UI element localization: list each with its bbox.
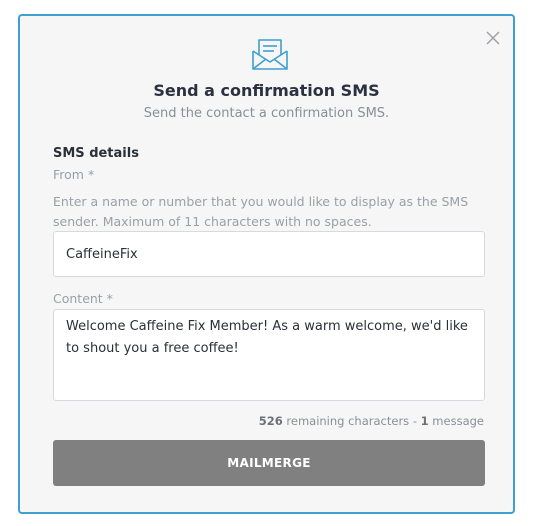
sms-confirmation-modal: Send a confirmation SMS Send the contact… [18,14,515,514]
from-help-text: Enter a name or number that you would li… [53,194,469,229]
modal-title: Send a confirmation SMS [153,81,380,100]
message-text: message [428,414,484,428]
section-title: SMS details [53,146,139,161]
mailmerge-button[interactable]: MAILMERGE [53,440,485,486]
envelope-message-icon [252,39,288,70]
message-count: 1 [420,414,429,428]
close-icon[interactable] [485,30,501,46]
remaining-text: remaining characters - [282,414,421,428]
content-textarea[interactable]: Welcome Caffeine Fix Member! As a warm w… [53,309,485,401]
from-label: From * [53,167,95,182]
modal-subtitle: Send the contact a confirmation SMS. [143,106,390,121]
content-label: Content * [53,291,113,306]
remaining-count: 526 [258,414,283,428]
character-counter: 526 remaining characters - 1 message [259,414,484,428]
from-input[interactable] [53,231,485,277]
